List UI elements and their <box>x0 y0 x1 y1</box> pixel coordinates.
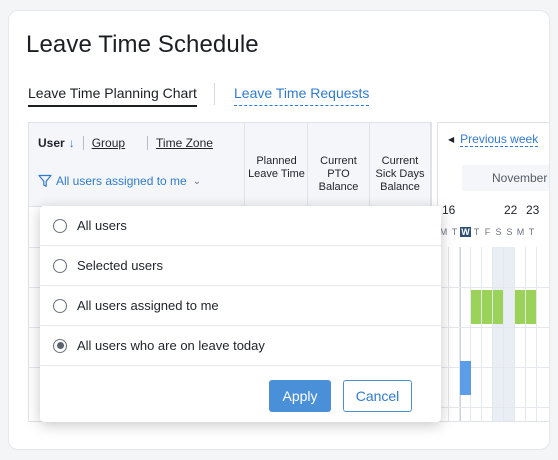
previous-week-link[interactable]: ◀ Previous week <box>448 132 539 147</box>
radio-button[interactable] <box>53 258 67 273</box>
calendar-row-divider <box>438 407 549 408</box>
apply-button[interactable]: Apply <box>269 380 331 412</box>
tab-leave-requests[interactable]: Leave Time Requests <box>234 85 370 106</box>
user-filter-dropdown[interactable]: All users assigned to me ⌄ <box>38 174 201 188</box>
calendar-header: ◀ Previous week November <box>438 123 549 207</box>
column-sick-days-balance: Current Sick Days Balance <box>370 123 431 207</box>
day-column <box>471 247 482 421</box>
leave-block[interactable] <box>515 290 525 324</box>
user-filter-popup: All users Selected users All users assig… <box>40 206 441 422</box>
day-number: 16 <box>442 203 456 217</box>
chevron-down-icon: ⌄ <box>192 175 202 187</box>
column-planned-leave: Planned Leave Time <box>246 123 308 207</box>
sort-down-icon[interactable]: ↓ <box>69 136 75 150</box>
divider <box>82 136 84 150</box>
filter-icon <box>38 174 52 187</box>
day-column <box>504 247 515 421</box>
weekday-label: T <box>451 227 458 237</box>
weekday-label: F <box>484 227 491 237</box>
option-label: All users <box>77 218 127 233</box>
radio-button[interactable] <box>53 218 67 233</box>
option-label: Selected users <box>77 258 163 273</box>
day-column <box>460 247 471 421</box>
leave-schedule-card: Leave Time Schedule Leave Time Planning … <box>8 10 550 450</box>
leave-block[interactable] <box>460 361 471 395</box>
tab-planning-chart[interactable]: Leave Time Planning Chart <box>28 85 197 107</box>
sort-controls: User ↓ Group Time Zone <box>38 136 213 150</box>
month-label: November <box>462 165 549 191</box>
sort-user-button[interactable]: User <box>38 136 65 150</box>
divider <box>147 136 149 150</box>
tab-divider <box>214 83 215 105</box>
sort-group-button[interactable]: Group <box>92 136 125 150</box>
radio-button[interactable] <box>53 298 67 313</box>
option-selected-users[interactable]: Selected users <box>40 246 441 286</box>
day-column <box>449 247 460 421</box>
filter-label: All users assigned to me <box>56 174 187 188</box>
weekday-label: T <box>528 227 535 237</box>
cancel-button[interactable]: Cancel <box>343 380 412 412</box>
option-on-leave-today[interactable]: All users who are on leave today <box>40 326 441 366</box>
weekday-label: M <box>516 227 525 237</box>
leave-block[interactable] <box>482 290 492 324</box>
weekday-label: T <box>473 227 480 237</box>
table-header: User ↓ Group Time Zone All users assigne… <box>29 123 431 207</box>
page-title: Leave Time Schedule <box>26 31 259 58</box>
today-weekday-label: W <box>460 227 471 237</box>
previous-week-label: Previous week <box>460 132 539 147</box>
day-column <box>493 247 504 421</box>
option-label: All users who are on leave today <box>77 338 265 353</box>
calendar-row-divider <box>438 327 549 328</box>
option-all-users[interactable]: All users <box>40 206 441 246</box>
leave-block[interactable] <box>526 290 536 324</box>
calendar-panel: ◀ Previous week November 16 22 23 MTWTFS… <box>437 122 549 422</box>
sort-time-zone-button[interactable]: Time Zone <box>156 136 213 150</box>
calendar-row-divider <box>438 367 549 368</box>
caret-left-icon: ◀ <box>448 135 455 144</box>
weekday-label: S <box>495 227 502 237</box>
day-column <box>482 247 493 421</box>
leave-block[interactable] <box>493 290 503 324</box>
column-pto-balance: Current PTO Balance <box>308 123 370 207</box>
leave-block[interactable] <box>471 290 481 324</box>
day-number: 22 <box>504 203 518 217</box>
day-number: 23 <box>526 203 540 217</box>
user-column-header: User ↓ Group Time Zone All users assigne… <box>29 123 245 207</box>
option-assigned-to-me[interactable]: All users assigned to me <box>40 286 441 326</box>
day-column <box>526 247 537 421</box>
option-label: All users assigned to me <box>77 298 219 313</box>
calendar-row-divider <box>438 287 549 288</box>
day-column <box>515 247 526 421</box>
radio-button-selected[interactable] <box>53 338 67 353</box>
weekday-label: S <box>506 227 513 237</box>
